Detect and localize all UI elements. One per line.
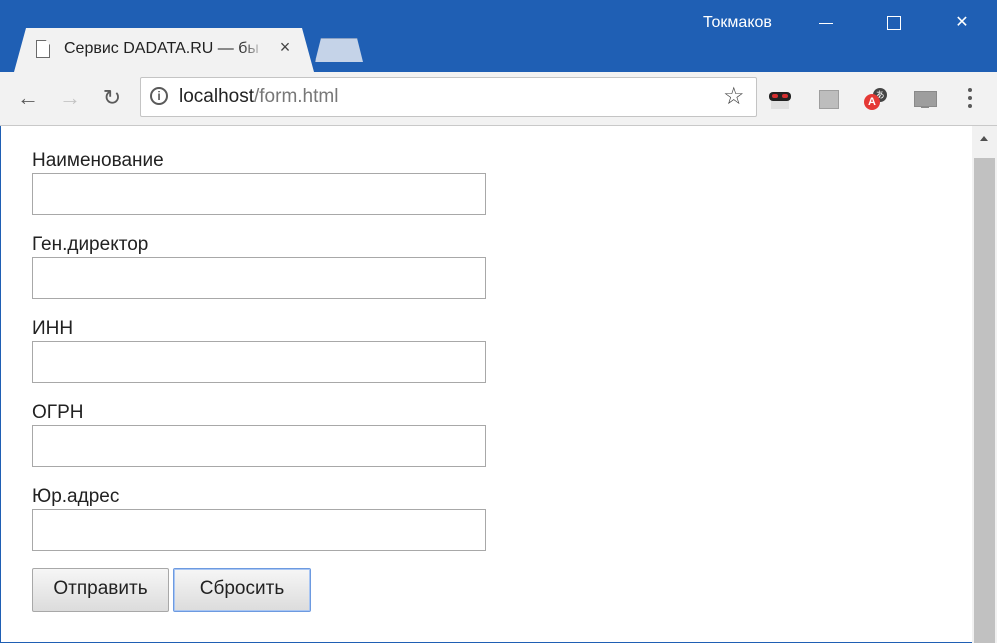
back-button[interactable]: ← xyxy=(14,85,42,113)
url-text[interactable]: localhost/form.html xyxy=(179,86,338,108)
close-window-button[interactable]: ✕ xyxy=(939,10,985,36)
maximize-icon xyxy=(887,16,901,30)
forward-button[interactable]: → xyxy=(56,85,84,113)
minimize-icon xyxy=(819,23,833,24)
maximize-button[interactable] xyxy=(871,10,917,36)
label-director: Ген.директор xyxy=(32,234,149,255)
document-icon xyxy=(36,40,50,58)
scroll-thumb[interactable] xyxy=(974,158,995,643)
address-input[interactable] xyxy=(32,509,486,551)
bookmark-star-icon[interactable]: ☆ xyxy=(723,82,745,111)
incognito-mask-icon[interactable] xyxy=(768,88,792,110)
submit-button[interactable]: Отправить xyxy=(32,568,169,612)
translate-icon[interactable]: あ A xyxy=(864,88,888,110)
browser-menu-icon[interactable] xyxy=(958,86,982,110)
vertical-scrollbar[interactable] xyxy=(972,126,997,643)
info-icon[interactable]: i xyxy=(150,87,168,105)
profile-name[interactable]: Токмаков xyxy=(703,14,772,32)
tab-close-icon[interactable]: × xyxy=(276,38,294,56)
url-path: /form.html xyxy=(254,86,339,107)
title-bar: Сервис DADATA.RU — бы × Токмаков ✕ xyxy=(0,0,997,72)
tab-title: Сервис DADATA.RU — бы xyxy=(64,40,259,57)
ogrn-input[interactable] xyxy=(32,425,486,467)
page-content: Наименование Ген.директор ИНН ОГРН Юр.ад… xyxy=(1,126,972,642)
label-inn: ИНН xyxy=(32,318,74,339)
new-tab-button[interactable] xyxy=(315,38,363,62)
browser-toolbar: ← → ↻ i localhost/form.html ☆ あ A xyxy=(0,72,997,126)
minimize-button[interactable] xyxy=(803,10,849,36)
reset-button[interactable]: Сбросить xyxy=(173,568,311,612)
browser-tab[interactable]: Сервис DADATA.RU — бы × xyxy=(14,28,314,72)
address-bar[interactable]: i localhost/form.html ☆ xyxy=(140,77,757,117)
name-input[interactable] xyxy=(32,173,486,215)
cast-icon[interactable] xyxy=(913,88,937,110)
reload-button[interactable]: ↻ xyxy=(98,85,126,113)
scroll-up-arrow-icon[interactable] xyxy=(980,136,988,141)
url-host: localhost xyxy=(179,86,254,107)
label-address: Юр.адрес xyxy=(32,486,120,507)
label-ogrn: ОГРН xyxy=(32,402,84,423)
inn-input[interactable] xyxy=(32,341,486,383)
label-name: Наименование xyxy=(32,150,164,171)
director-input[interactable] xyxy=(32,257,486,299)
reader-icon[interactable] xyxy=(817,88,841,110)
